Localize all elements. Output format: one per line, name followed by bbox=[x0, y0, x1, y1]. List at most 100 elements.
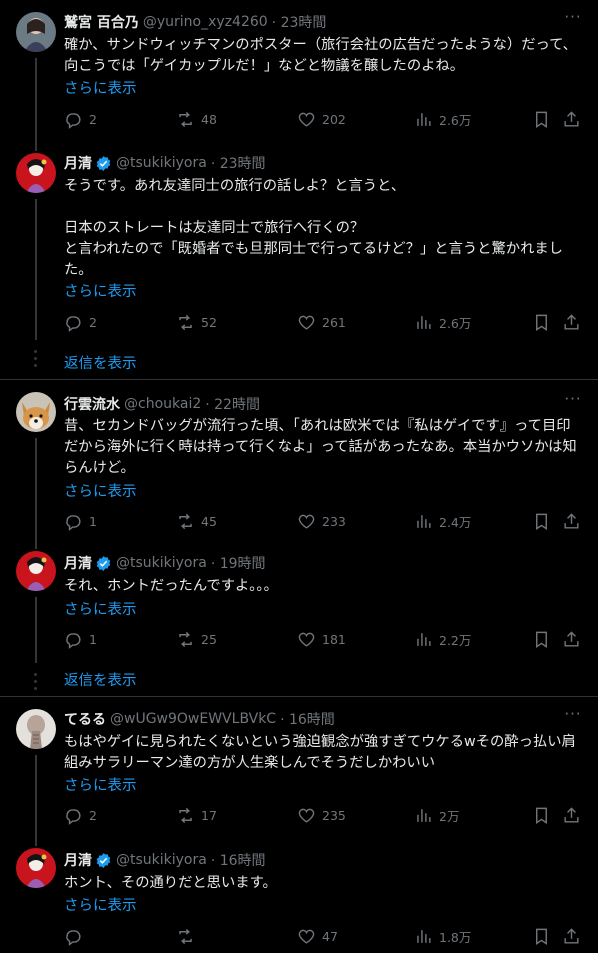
tweet-choukai2[interactable]: 行雲流水 @choukai2 · 22時間 ··· 昔、セカンドバッグが流行った… bbox=[0, 380, 598, 543]
tweet-tereru[interactable]: てるる @wUGw9OwEWVLBVkC · 16時間 ··· もはやゲイに見ら… bbox=[0, 697, 598, 840]
like-count: 235 bbox=[322, 807, 346, 823]
verified-badge-icon bbox=[96, 155, 111, 171]
bookmark-button[interactable] bbox=[532, 108, 551, 130]
reply-button[interactable] bbox=[64, 925, 89, 947]
avatar[interactable] bbox=[16, 153, 56, 193]
like-button[interactable]: 233 bbox=[297, 510, 346, 532]
retweet-button[interactable]: 52 bbox=[176, 311, 217, 333]
tweet-yurino[interactable]: 鷲宮 百合乃 @yurino_xyz4260 · 23時間 ··· 確か、サンド… bbox=[0, 0, 598, 145]
reply-count: 1 bbox=[89, 513, 97, 529]
reply-button[interactable]: 2 bbox=[64, 108, 97, 130]
avatar[interactable] bbox=[16, 551, 56, 591]
timestamp[interactable]: · 16時間 bbox=[280, 709, 335, 729]
timestamp[interactable]: · 16時間 bbox=[211, 850, 266, 870]
share-button[interactable] bbox=[562, 108, 581, 130]
show-more-link[interactable]: さらに表示 bbox=[64, 894, 137, 915]
share-button[interactable] bbox=[562, 628, 581, 650]
retweet-icon bbox=[179, 807, 192, 823]
bookmark-button[interactable] bbox=[532, 311, 551, 333]
retweet-button[interactable]: 45 bbox=[176, 510, 217, 532]
like-button[interactable]: 235 bbox=[297, 804, 346, 826]
action-bar: 1 45 233 2.4万 bbox=[64, 510, 588, 532]
views-button[interactable]: 2.6万 bbox=[414, 311, 471, 333]
like-button[interactable]: 181 bbox=[297, 628, 346, 650]
show-replies-link[interactable]: 返信を表示 bbox=[64, 669, 137, 690]
display-name[interactable]: てるる bbox=[64, 709, 106, 729]
user-handle[interactable]: @yurino_xyz4260 bbox=[143, 14, 268, 30]
reply-button[interactable]: 2 bbox=[64, 804, 97, 826]
views-icon bbox=[417, 632, 431, 646]
views-icon bbox=[417, 808, 431, 822]
like-icon bbox=[298, 315, 315, 330]
bookmark-icon bbox=[536, 513, 547, 530]
more-icon[interactable]: ··· bbox=[562, 707, 584, 727]
action-bar: 47 1.8万 bbox=[64, 925, 588, 947]
more-icon[interactable]: ··· bbox=[562, 10, 584, 30]
user-handle[interactable]: @choukai2 bbox=[124, 396, 201, 412]
display-name[interactable]: 行雲流水 bbox=[64, 394, 120, 414]
display-name[interactable]: 月清 bbox=[64, 153, 92, 173]
timestamp[interactable]: · 23時間 bbox=[211, 153, 266, 173]
like-count: 202 bbox=[322, 111, 346, 127]
timestamp[interactable]: · 22時間 bbox=[205, 394, 260, 414]
user-handle[interactable]: @tsukikiyora bbox=[116, 852, 207, 868]
reply-button[interactable]: 1 bbox=[64, 628, 97, 650]
retweet-button[interactable]: 17 bbox=[176, 804, 217, 826]
more-icon[interactable]: ··· bbox=[562, 392, 584, 412]
display-name[interactable]: 鷲宮 百合乃 bbox=[64, 12, 139, 32]
retweet-icon bbox=[179, 314, 192, 330]
avatar[interactable] bbox=[16, 392, 56, 432]
bookmark-button[interactable] bbox=[532, 925, 551, 947]
share-button[interactable] bbox=[562, 311, 581, 333]
user-handle[interactable]: @tsukikiyora bbox=[116, 155, 207, 171]
display-name[interactable]: 月清 bbox=[64, 553, 92, 573]
timestamp[interactable]: · 23時間 bbox=[272, 12, 327, 32]
verified-badge-icon bbox=[96, 555, 111, 571]
retweet-button[interactable] bbox=[176, 925, 201, 947]
show-more-link[interactable]: さらに表示 bbox=[64, 480, 137, 501]
bookmark-button[interactable] bbox=[532, 804, 551, 826]
bookmark-button[interactable] bbox=[532, 510, 551, 532]
tweet-tsukikiyora-3[interactable]: 月清 @tsukikiyora · 16時間 ホント、その通りだと思います。 さ… bbox=[0, 840, 598, 953]
bookmark-icon bbox=[536, 928, 547, 945]
avatar[interactable] bbox=[16, 848, 56, 888]
bookmark-button[interactable] bbox=[532, 628, 551, 650]
display-name[interactable]: 月清 bbox=[64, 850, 92, 870]
views-button[interactable]: 1.8万 bbox=[414, 925, 471, 947]
tweet-tsukikiyora-1[interactable]: 月清 @tsukikiyora · 23時間 そうです。あれ友達同士の旅行の話し… bbox=[0, 145, 598, 340]
user-handle[interactable]: @tsukikiyora bbox=[116, 555, 207, 571]
tweet-text: 昔、セカンドバッグが流行った頃、「あれは欧米では『私はゲイです』って目印だから海… bbox=[64, 418, 577, 476]
show-more-link[interactable]: さらに表示 bbox=[64, 77, 137, 98]
show-more-link[interactable]: さらに表示 bbox=[64, 774, 137, 795]
show-more-link[interactable]: さらに表示 bbox=[64, 598, 137, 619]
reply-icon bbox=[66, 929, 81, 946]
reply-count: 2 bbox=[89, 314, 97, 330]
views-button[interactable]: 2.2万 bbox=[414, 628, 471, 650]
reply-button[interactable]: 2 bbox=[64, 311, 97, 333]
retweet-button[interactable]: 48 bbox=[176, 108, 217, 130]
user-handle[interactable]: @wUGw9OwEWVLBVkC bbox=[110, 711, 276, 727]
retweet-button[interactable]: 25 bbox=[176, 628, 217, 650]
like-button[interactable]: 202 bbox=[297, 108, 346, 130]
share-button[interactable] bbox=[562, 510, 581, 532]
timestamp[interactable]: · 19時間 bbox=[211, 553, 266, 573]
reply-icon bbox=[66, 808, 81, 825]
reply-button[interactable]: 1 bbox=[64, 510, 97, 532]
like-button[interactable]: 47 bbox=[297, 925, 338, 947]
like-count: 233 bbox=[322, 513, 346, 529]
views-button[interactable]: 2.6万 bbox=[414, 108, 471, 130]
views-button[interactable]: 2.4万 bbox=[414, 510, 471, 532]
show-more-link[interactable]: さらに表示 bbox=[64, 280, 137, 301]
share-button[interactable] bbox=[562, 925, 581, 947]
like-button[interactable]: 261 bbox=[297, 311, 346, 333]
avatar[interactable] bbox=[16, 12, 56, 52]
views-count: 2.6万 bbox=[439, 315, 472, 331]
show-replies-link[interactable]: 返信を表示 bbox=[64, 352, 137, 373]
views-icon bbox=[417, 929, 431, 943]
share-button[interactable] bbox=[562, 804, 581, 826]
like-icon bbox=[298, 632, 315, 647]
views-button[interactable]: 2万 bbox=[414, 804, 459, 826]
tweet-text: ホント、その通りだと思います。 bbox=[64, 875, 277, 891]
tweet-tsukikiyora-2[interactable]: 月清 @tsukikiyora · 19時間 それ、ホントだったんですよ。。。 … bbox=[0, 543, 598, 663]
avatar[interactable] bbox=[16, 709, 56, 749]
